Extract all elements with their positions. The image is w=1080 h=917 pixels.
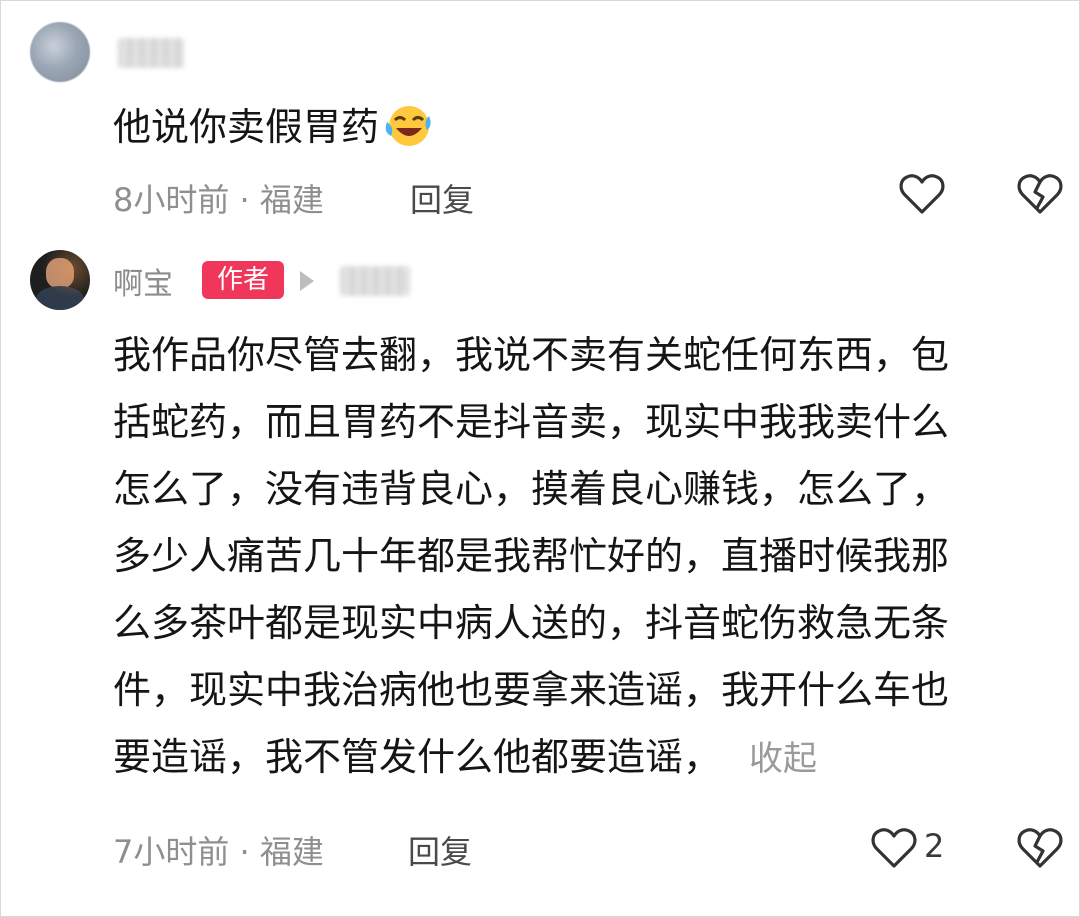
comment-location: 福建 [259, 833, 324, 871]
comment-line: 怎么了，没有违背良心，摸着良心赚钱，怎么了， [113, 467, 950, 511]
play-triangle-icon [300, 271, 314, 291]
collapse-link[interactable]: 收起 [749, 739, 817, 779]
broken-heart-icon[interactable] [1016, 172, 1064, 220]
heart-outline-icon[interactable] [870, 826, 918, 874]
broken-heart-icon[interactable] [1016, 826, 1064, 874]
like-count: 2 [924, 827, 945, 865]
comment-meta: 7小时前 · 福建 [113, 827, 324, 873]
comment-time: 8小时前 [113, 181, 230, 219]
author-badge: 作者 [202, 261, 284, 299]
comment-time: 7小时前 [113, 833, 230, 871]
avatar-glow [30, 250, 90, 310]
comment-text: 我作品你尽管去翻，我说不卖有关蛇任何东西，包 括蛇药，而且胃药不是抖音卖，现实中… [113, 322, 949, 793]
comment-location: 福建 [259, 181, 324, 219]
author-avatar[interactable] [30, 250, 90, 310]
comment-line: 件，现实中我治病他也要拿来造谣，我开什么车也 [113, 668, 950, 712]
commenter-avatar[interactable] [30, 22, 90, 82]
blurred-reply-target [340, 266, 410, 296]
meta-separator: · [229, 833, 260, 871]
comment-body: 他说你卖假胃药 [113, 105, 380, 149]
comment-line: 我作品你尽管去翻，我说不卖有关蛇任何东西，包 [113, 333, 950, 377]
comment-line: 括蛇药，而且胃药不是抖音卖，现实中我我卖什么 [113, 400, 950, 444]
comment-line-text: 要造谣，我不管发什么他都要造谣， [113, 735, 722, 779]
reply-button[interactable]: 回复 [408, 827, 472, 873]
comment-line: 么多茶叶都是现实中病人送的，抖音蛇伤救急无条 [113, 601, 950, 645]
comment-text: 他说你卖假胃药 [113, 96, 433, 157]
meta-separator: · [229, 181, 260, 219]
comment-meta: 8小时前 · 福建 [113, 175, 324, 221]
comment-line-last: 要造谣，我不管发什么他都要造谣， 收起 [113, 724, 949, 793]
author-name[interactable]: 啊宝 [113, 259, 173, 303]
blurred-username [118, 38, 184, 68]
comment-line: 多少人痛苦几十年都是我帮忙好的，直播时候我那 [113, 534, 950, 578]
reply-button[interactable]: 回复 [410, 175, 474, 221]
rolling-laughing-emoji [383, 104, 433, 157]
heart-outline-icon[interactable] [898, 172, 946, 220]
